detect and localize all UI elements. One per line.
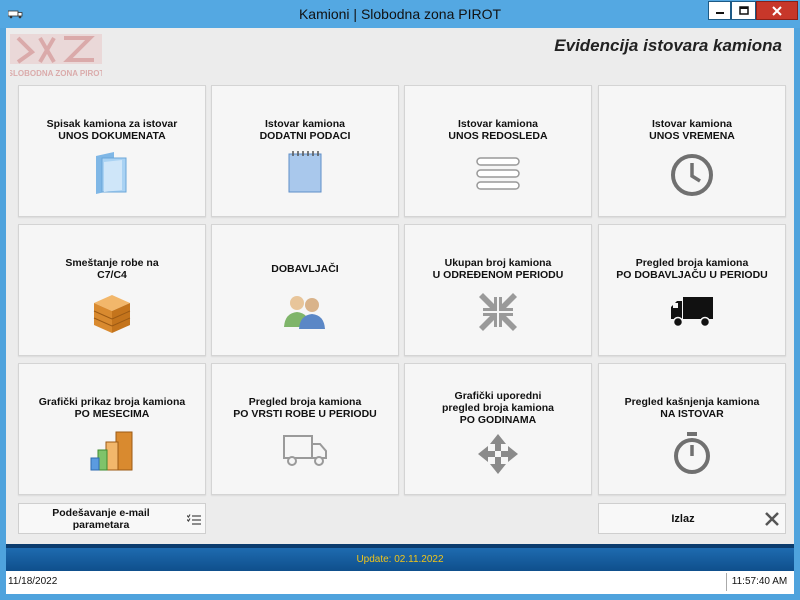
tile-label: Ukupan broj kamiona U ODREĐENOM PERIODU: [432, 257, 564, 281]
maximize-button[interactable]: [731, 1, 756, 20]
tile-label: Istovar kamiona UNOS REDOSLEDA: [448, 118, 548, 142]
crate-icon: [93, 295, 131, 333]
minimize-button[interactable]: [708, 1, 731, 20]
info-bar: 11/18/2022 11:57:40 AM: [6, 571, 794, 594]
folder-icon: [96, 152, 127, 194]
tile-trucks-by-supplier[interactable]: Pregled broja kamiona PO DOBAVLJAČU U PER…: [598, 224, 786, 356]
tile-trucks-by-goods-type[interactable]: Pregled broja kamiona PO VRSTI ROBE U PER…: [211, 363, 399, 495]
company-logo: SLOBODNA ZONA PIROT: [10, 34, 102, 78]
tile-label: Grafički uporedni pregled broja kamiona PO…: [441, 390, 555, 426]
tile-label: Pregled kašnjenja kamiona NA ISTOVAR: [624, 396, 760, 420]
tile-label: Pregled broja kamiona PO VRSTI ROBE U PER…: [233, 396, 377, 420]
email-settings-label: Podešavanje e-mail parametara: [52, 507, 150, 531]
current-time: 11:57:40 AM: [726, 573, 792, 591]
tile-unload-time[interactable]: Istovar kamiona UNOS VREMENA: [598, 85, 786, 217]
status-bar: Update: 02.11.2022: [6, 544, 794, 571]
tile-label: DOBAVLJAČI: [271, 263, 339, 275]
current-date: 11/18/2022: [8, 576, 58, 587]
tile-total-trucks-period[interactable]: Ukupan broj kamiona U ODREĐENOM PERIODU: [404, 224, 592, 356]
tile-suppliers[interactable]: DOBAVLJAČI: [211, 224, 399, 356]
tile-goods-storage[interactable]: Smeštanje robe na C7/C4: [18, 224, 206, 356]
logo-text: SLOBODNA ZONA PIROT: [10, 69, 102, 78]
truck-solid-icon: [671, 297, 713, 328]
checklist-icon: [187, 514, 201, 525]
tile-label: Istovar kamiona DODATNI PODACI: [259, 118, 351, 142]
stacked-boxes-icon: [90, 431, 133, 471]
clock-icon: [671, 154, 713, 196]
tile-unload-delays[interactable]: Pregled kašnjenja kamiona NA ISTOVAR: [598, 363, 786, 495]
tile-truck-list-documents[interactable]: Spisak kamiona za istovar UNOS DOKUMENATA: [18, 85, 206, 217]
list-order-icon: [476, 157, 520, 190]
exit-label: Izlaz: [671, 513, 695, 525]
email-settings-button[interactable]: Podešavanje e-mail parametara: [18, 503, 206, 534]
title-bar[interactable]: Kamioni | Slobodna zona PIROT: [0, 0, 800, 28]
close-icon: [765, 512, 779, 526]
app-window: Kamioni | Slobodna zona PIROT SLOBODNA Z…: [0, 0, 800, 600]
tile-yearly-comparison-chart[interactable]: Grafički uporedni pregled broja kamiona PO…: [404, 363, 592, 495]
close-icon: [772, 5, 782, 16]
tile-label: Smeštanje robe na C7/C4: [65, 257, 159, 281]
truck-outline-icon: [283, 435, 327, 466]
maximize-icon: [738, 5, 749, 15]
tile-trucks-by-month-chart[interactable]: Grafički prikaz broja kamiona PO MESECIMA: [18, 363, 206, 495]
stopwatch-icon: [674, 432, 710, 474]
update-status: Update: 02.11.2022: [356, 554, 444, 565]
exit-button[interactable]: Izlaz: [598, 503, 786, 534]
tile-label: Grafički prikaz broja kamiona PO MESECIMA: [38, 396, 186, 420]
close-window-button[interactable]: [756, 1, 798, 20]
page-title: Evidencija istovara kamiona: [554, 36, 782, 55]
tile-label: Spisak kamiona za istovar UNOS DOKUMENATA: [46, 118, 178, 142]
tile-label: Istovar kamiona UNOS VREMENA: [649, 118, 735, 142]
tile-unload-order[interactable]: Istovar kamiona UNOS REDOSLEDA: [404, 85, 592, 217]
minimize-icon: [715, 11, 724, 14]
tile-label: Pregled broja kamiona PO DOBAVLJAČU U PER…: [616, 257, 768, 281]
collapse-arrows-icon: [479, 293, 517, 331]
main-panel: SLOBODNA ZONA PIROT Evidencija istovara …: [6, 28, 794, 594]
window-title: Kamioni | Slobodna zona PIROT: [298, 6, 502, 22]
tile-unload-additional-data[interactable]: Istovar kamiona DODATNI PODACI: [211, 85, 399, 217]
users-icon: [284, 296, 325, 329]
notepad-icon: [288, 151, 322, 193]
move-arrows-icon: [478, 434, 518, 474]
